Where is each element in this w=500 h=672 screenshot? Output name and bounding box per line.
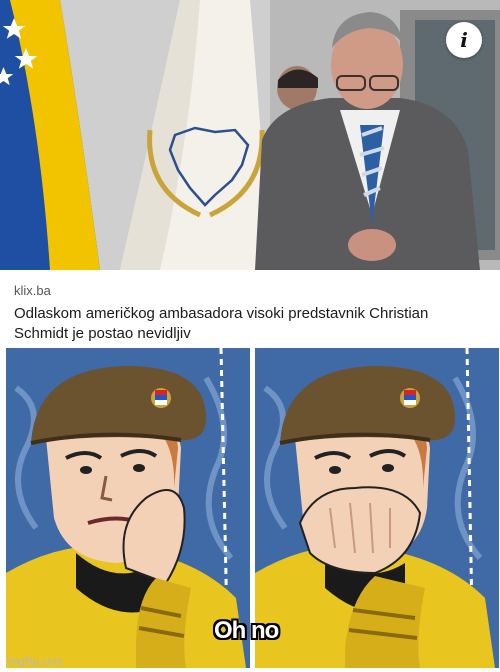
meme-caption: Oh no: [214, 617, 279, 644]
article-headline[interactable]: Odlaskom američkog ambasadora visoki pre…: [14, 304, 484, 344]
info-icon[interactable]: i: [446, 22, 482, 58]
article-card[interactable]: klix.ba Odlaskom američkog ambasadora vi…: [0, 270, 500, 348]
news-photo: i: [0, 0, 500, 270]
meme-panel-right: [255, 348, 499, 668]
facepalm-character: [255, 348, 499, 668]
watermark: imgflip.com: [7, 656, 63, 668]
article-source: klix.ba: [14, 283, 51, 298]
photo-illustration: [0, 0, 500, 270]
